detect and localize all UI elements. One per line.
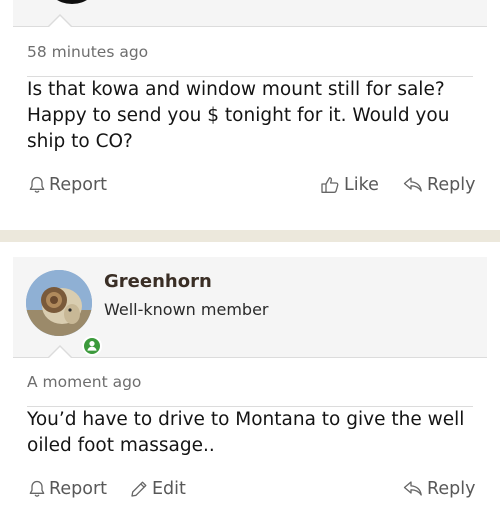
- message-post-current: Greenhorn Well-known member A moment ago…: [0, 242, 500, 519]
- message-body: You’d have to drive to Montana to give t…: [27, 409, 465, 456]
- reply-icon: [403, 177, 422, 192]
- reply-label: Reply: [427, 175, 476, 195]
- pencil-icon: [131, 481, 147, 497]
- edit-button[interactable]: Edit: [130, 479, 186, 499]
- reply-label: Reply: [427, 479, 476, 499]
- reply-button[interactable]: Reply: [403, 479, 475, 499]
- edit-label: Edit: [152, 479, 186, 499]
- user-online-icon: [82, 336, 102, 356]
- reply-icon: [403, 481, 422, 496]
- post-timestamp[interactable]: 58 minutes ago: [27, 43, 148, 61]
- user-title: Well-known member: [104, 300, 269, 319]
- report-button[interactable]: Report: [29, 479, 107, 499]
- avatar[interactable]: [46, 0, 98, 4]
- speech-caret-fill: [48, 347, 72, 359]
- report-label: Report: [49, 175, 108, 195]
- bell-icon: [29, 176, 45, 193]
- message-body: Is that kowa and window mount still for …: [27, 79, 450, 152]
- bell-icon: [29, 480, 45, 497]
- report-label: Report: [49, 479, 108, 499]
- thumbs-up-icon: [321, 177, 339, 193]
- speech-caret-fill: [48, 16, 72, 28]
- post-timestamp[interactable]: A moment ago: [27, 373, 141, 391]
- like-label: Like: [344, 175, 379, 195]
- user-header: Greenhorn Well-known member: [13, 257, 487, 359]
- user-header: [13, 0, 487, 28]
- reply-button[interactable]: Reply: [403, 175, 475, 195]
- username[interactable]: Greenhorn: [104, 271, 212, 292]
- message-post-previous: 58 minutes ago Is that kowa and window m…: [0, 0, 500, 230]
- avatar[interactable]: [26, 270, 92, 336]
- like-button[interactable]: Like: [320, 175, 379, 195]
- report-button[interactable]: Report: [29, 175, 107, 195]
- ram-avatar-image: [26, 270, 92, 336]
